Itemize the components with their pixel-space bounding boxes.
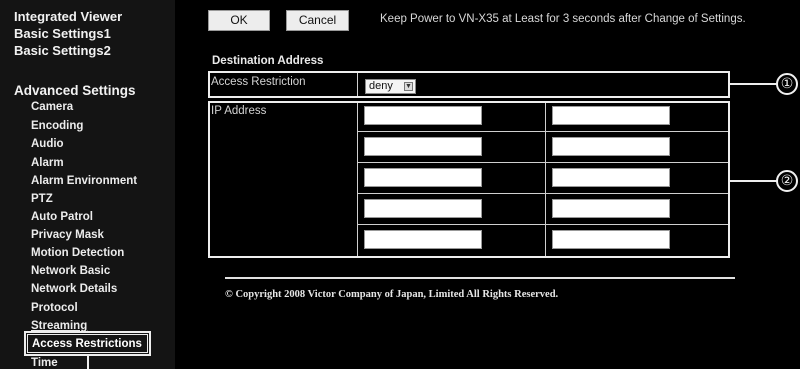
sidebar-item-ptz[interactable]: PTZ	[31, 193, 53, 205]
sidebar-item-auto-patrol[interactable]: Auto Patrol	[31, 211, 93, 223]
ip-address-label: IP Address	[211, 105, 267, 117]
sidebar-item-privacy-mask[interactable]: Privacy Mask	[31, 229, 104, 241]
callout-marker-1: ①	[776, 73, 798, 95]
ip-address-field-3b[interactable]	[552, 168, 670, 187]
ip-grid-row-line	[358, 162, 728, 163]
ip-grid-row-line	[358, 224, 728, 225]
ip-address-field-1a[interactable]	[364, 106, 482, 125]
access-restriction-label: Access Restriction	[211, 76, 306, 88]
sidebar-item-encoding[interactable]: Encoding	[31, 120, 83, 132]
sidebar-item-integrated-viewer[interactable]: Integrated Viewer	[14, 9, 122, 24]
sidebar-item-camera[interactable]: Camera	[31, 101, 73, 113]
access-restriction-select[interactable]: deny ▼	[365, 79, 416, 94]
ok-button[interactable]: OK	[208, 10, 270, 31]
sidebar-item-motion-detection[interactable]: Motion Detection	[31, 247, 124, 259]
ip-grid-row-line	[358, 193, 728, 194]
sidebar-item-protocol[interactable]: Protocol	[31, 302, 78, 314]
sidebar-item-alarm[interactable]: Alarm	[31, 157, 64, 169]
ip-grid-divider-1	[357, 103, 358, 256]
ip-address-field-2a[interactable]	[364, 137, 482, 156]
sidebar-item-network-details[interactable]: Network Details	[31, 283, 117, 295]
cancel-button[interactable]: Cancel	[286, 10, 349, 31]
access-restriction-value: deny	[369, 80, 393, 92]
ip-address-field-2b[interactable]	[552, 137, 670, 156]
sidebar-item-time[interactable]: Time	[31, 357, 58, 369]
access-restriction-divider	[357, 73, 358, 96]
callout-marker-2: ②	[776, 170, 798, 192]
sidebar-item-audio[interactable]: Audio	[31, 138, 64, 150]
sidebar-nav: Integrated Viewer Basic Settings1 Basic …	[0, 0, 175, 369]
copyright-text: © Copyright 2008 Victor Company of Japan…	[225, 289, 559, 300]
ip-grid-row-line	[358, 131, 728, 132]
ip-address-field-5b[interactable]	[552, 230, 670, 249]
main-panel: OK Cancel Keep Power to VN-X35 at Least …	[175, 0, 800, 369]
ip-address-field-5a[interactable]	[364, 230, 482, 249]
sidebar-item-network-basic[interactable]: Network Basic	[31, 265, 110, 277]
sidebar-item-alarm-environment[interactable]: Alarm Environment	[31, 175, 137, 187]
sidebar-item-access-restrictions[interactable]: Access Restrictions	[32, 338, 142, 350]
section-title: Destination Address	[212, 55, 324, 67]
callout-line-1	[730, 83, 778, 85]
selected-item-callout-line	[87, 356, 89, 369]
sidebar-heading-advanced: Advanced Settings	[14, 83, 136, 98]
callout-line-2	[730, 180, 778, 182]
chevron-down-icon: ▼	[404, 82, 413, 91]
footer-divider	[225, 277, 735, 279]
ip-grid-divider-2	[545, 103, 546, 256]
power-notice: Keep Power to VN-X35 at Least for 3 seco…	[380, 13, 746, 25]
sidebar-item-basic-settings2[interactable]: Basic Settings2	[14, 43, 111, 58]
ip-address-field-4b[interactable]	[552, 199, 670, 218]
ip-address-field-3a[interactable]	[364, 168, 482, 187]
ip-address-field-4a[interactable]	[364, 199, 482, 218]
sidebar-item-basic-settings1[interactable]: Basic Settings1	[14, 26, 111, 41]
ip-address-field-1b[interactable]	[552, 106, 670, 125]
